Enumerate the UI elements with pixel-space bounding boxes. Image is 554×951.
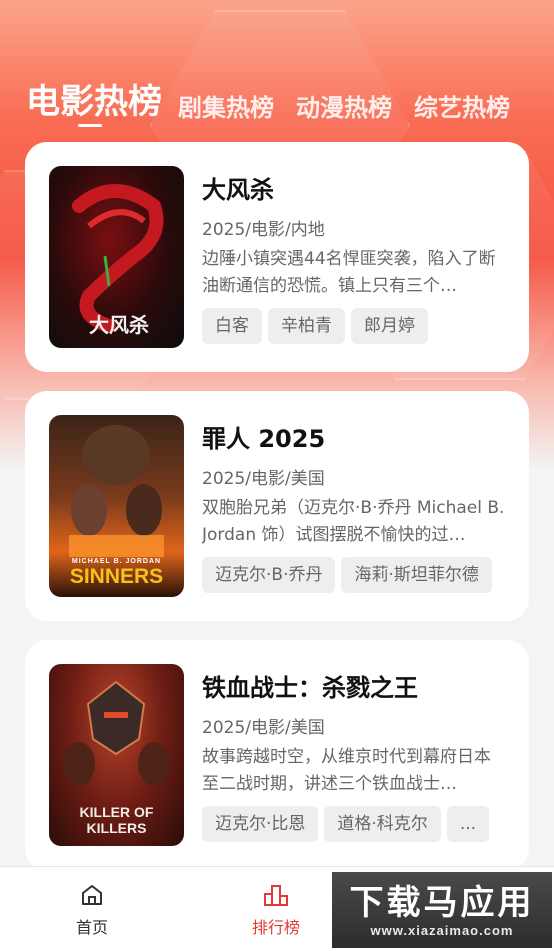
cast-tags: 迈克尔·B·乔丹 海莉·斯坦菲尔德 bbox=[202, 557, 505, 593]
movie-poster: KILLER OF KILLERS bbox=[49, 664, 184, 846]
cast-tag[interactable]: 辛柏青 bbox=[268, 308, 345, 344]
movie-title: 铁血战士：杀戮之王 bbox=[202, 674, 418, 702]
watermark-url: www.xiazaimao.com bbox=[370, 922, 514, 938]
tab-series-ranking[interactable]: 剧集热榜 bbox=[178, 88, 274, 128]
movie-poster: 大风杀 bbox=[49, 166, 184, 348]
cast-tag[interactable]: 海莉·斯坦菲尔德 bbox=[341, 557, 492, 593]
movie-list: 大风杀 大风杀 2025/电影/内地 边陲小镇突遇44名悍匪突袭，陷入了断油断通… bbox=[25, 142, 529, 889]
watermark-logo: 下载马应用 www.xiazaimao.com bbox=[332, 872, 552, 948]
poster-caption: 大风杀 bbox=[89, 315, 149, 337]
more-tags[interactable]: ... bbox=[446, 806, 490, 842]
poster-caption: MICHAEL B. JORDAN SINNERS bbox=[49, 558, 184, 589]
poster-credit: MICHAEL B. JORDAN bbox=[71, 558, 162, 565]
nav-home[interactable]: 首页 bbox=[0, 867, 184, 951]
cast-tag[interactable]: 迈克尔·B·乔丹 bbox=[202, 557, 336, 593]
nav-home-label: 首页 bbox=[75, 917, 108, 937]
tab-variety-ranking[interactable]: 综艺热榜 bbox=[414, 88, 510, 128]
cast-tag[interactable]: 迈克尔·比恩 bbox=[202, 806, 319, 842]
cast-tag[interactable]: 白客 bbox=[202, 308, 262, 344]
movie-description: 双胞胎兄弟（迈克尔·B·乔丹 Michael B. Jordan 饰）试图摆脱不… bbox=[202, 498, 505, 545]
movie-title: 大风杀 bbox=[202, 176, 274, 204]
movie-card[interactable]: KILLER OF KILLERS 铁血战士：杀戮之王 2025/电影/美国 故… bbox=[25, 640, 529, 870]
tab-movie-ranking[interactable]: 电影热榜 bbox=[26, 76, 162, 128]
home-icon bbox=[82, 884, 102, 905]
tab-anime-ranking[interactable]: 动漫热榜 bbox=[296, 88, 392, 128]
movie-card[interactable]: 大风杀 大风杀 2025/电影/内地 边陲小镇突遇44名悍匪突袭，陷入了断油断通… bbox=[25, 142, 529, 372]
poster-title: SINNERS bbox=[69, 565, 164, 588]
movie-info: 罪人 2025 2025/电影/美国 双胞胎兄弟（迈克尔·B·乔丹 Michae… bbox=[202, 415, 505, 621]
nav-ranking-label: 排行榜 bbox=[251, 917, 300, 937]
movie-title: 罪人 2025 bbox=[202, 425, 326, 453]
ranking-tabs: 电影热榜 剧集热榜 动漫热榜 综艺热榜 bbox=[0, 68, 554, 128]
movie-info: 铁血战士：杀戮之王 2025/电影/美国 故事跨越时空，从维京时代到幕府日本至二… bbox=[202, 664, 505, 870]
active-tab-indicator bbox=[78, 124, 102, 127]
movie-meta: 2025/电影/美国 bbox=[202, 718, 325, 738]
movie-description: 故事跨越时空，从维京时代到幕府日本至二战时期，讲述三个铁血战士… bbox=[202, 747, 491, 794]
cast-tags: 迈克尔·比恩 道格·科克尔 ... bbox=[202, 806, 505, 842]
cast-tag[interactable]: 道格·科克尔 bbox=[324, 806, 441, 842]
poster-caption: KILLER OF KILLERS bbox=[79, 804, 154, 836]
cast-tag[interactable]: 郎月婷 bbox=[351, 308, 428, 344]
cast-tags: 白客 辛柏青 郎月婷 bbox=[202, 308, 505, 344]
movie-poster: MICHAEL B. JORDAN SINNERS bbox=[49, 415, 184, 597]
movie-card[interactable]: MICHAEL B. JORDAN SINNERS 罪人 2025 2025/电… bbox=[25, 391, 529, 621]
movie-info: 大风杀 2025/电影/内地 边陲小镇突遇44名悍匪突袭，陷入了断油断通信的恐慌… bbox=[202, 166, 505, 372]
movie-description: 边陲小镇突遇44名悍匪突袭，陷入了断油断通信的恐慌。镇上只有三个… bbox=[202, 249, 496, 296]
movie-meta: 2025/电影/美国 bbox=[202, 469, 325, 489]
ranking-icon bbox=[264, 884, 288, 906]
watermark-text: 下载马应用 bbox=[349, 882, 535, 923]
movie-meta: 2025/电影/内地 bbox=[202, 220, 325, 240]
